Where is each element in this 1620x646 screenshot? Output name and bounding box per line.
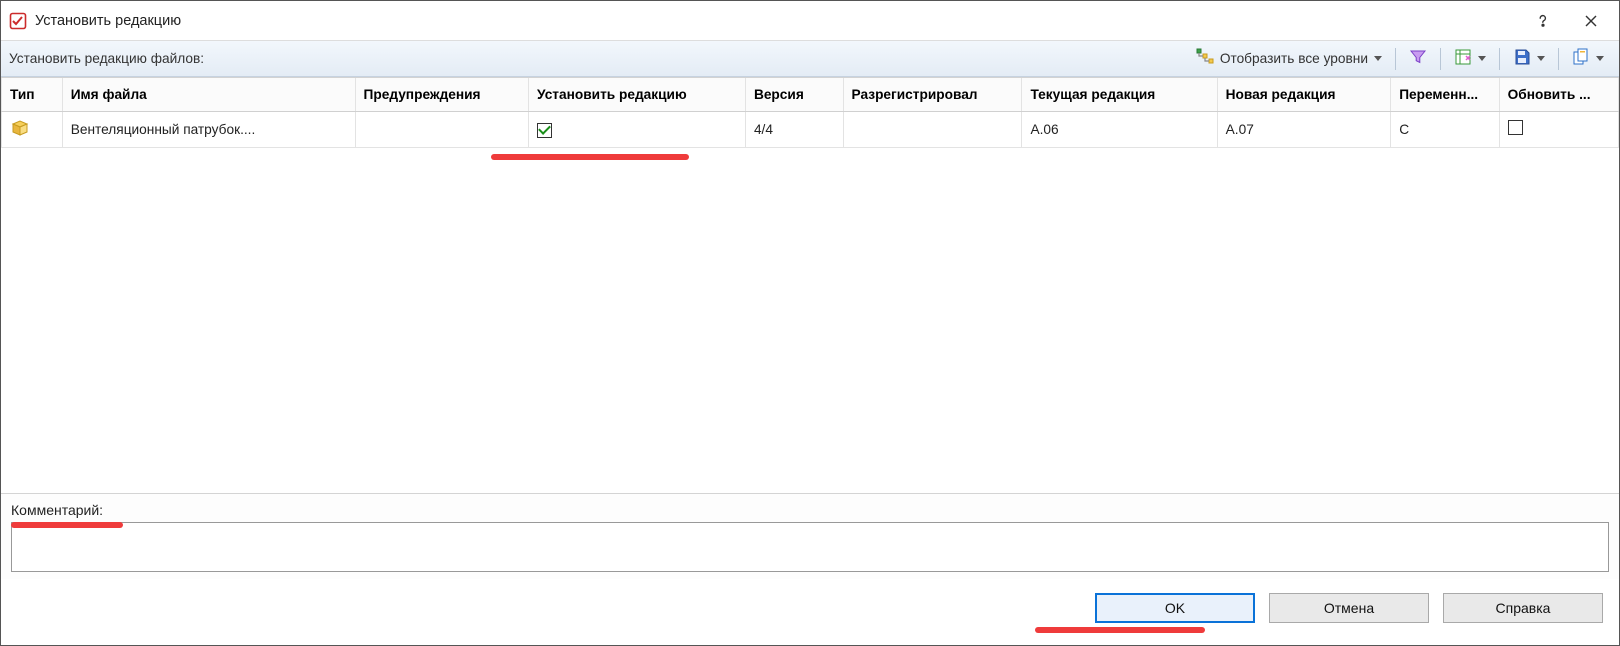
col-name[interactable]: Имя файла [62,78,355,111]
col-update[interactable]: Обновить ... [1499,78,1618,111]
col-type[interactable]: Тип [2,78,63,111]
set-revision-checkbox[interactable] [537,123,552,138]
chevron-down-icon [1596,56,1604,61]
cell-variable: C [1391,111,1499,147]
toolbar: Установить редакцию файлов: Отобразить в… [1,41,1619,77]
chevron-down-icon [1478,56,1486,61]
comment-section: Комментарий: [1,493,1619,579]
help-button-footer[interactable]: Справка [1443,593,1603,623]
show-all-levels-button[interactable]: Отобразить все уровни [1189,45,1389,72]
cell-new-rev: A.07 [1217,111,1391,147]
close-button[interactable] [1567,1,1615,41]
cell-set-rev[interactable] [529,111,746,147]
file-table: Тип Имя файла Предупреждения Установить … [1,78,1619,148]
table-row[interactable]: Вентеляционный патрубок.... 4/4 A.06 A.0… [2,111,1619,147]
file-table-container[interactable]: Тип Имя файла Предупреждения Установить … [1,77,1619,493]
cell-update[interactable] [1499,111,1618,147]
col-version[interactable]: Версия [745,78,843,111]
col-current-rev[interactable]: Текущая редакция [1022,78,1217,111]
title-bar: Установить редакцию [1,1,1619,41]
window-title: Установить редакцию [35,13,181,29]
tree-icon [1196,48,1214,69]
ok-button[interactable]: OK [1095,593,1255,623]
app-icon [9,12,27,30]
highlight-annotation [1035,627,1205,633]
highlight-annotation [491,154,689,160]
show-all-levels-label: Отобразить все уровни [1220,51,1368,66]
update-checkbox[interactable] [1508,120,1523,135]
save-icon [1513,48,1531,69]
col-new-rev[interactable]: Новая редакция [1217,78,1391,111]
cell-name: Вентеляционный патрубок.... [62,111,355,147]
cancel-button[interactable]: Отмена [1269,593,1429,623]
separator [1395,48,1396,70]
filter-button[interactable] [1402,45,1434,72]
toolbar-label: Установить редакцию файлов: [9,51,204,66]
cell-type [2,111,63,147]
chevron-down-icon [1374,56,1382,61]
col-registered[interactable]: Разрегистрировал [843,78,1022,111]
save-button[interactable] [1506,45,1552,72]
filter-icon [1409,48,1427,69]
comment-input[interactable] [11,522,1609,572]
copy-icon [1572,48,1590,69]
col-warnings[interactable]: Предупреждения [355,78,529,111]
separator [1558,48,1559,70]
help-button[interactable] [1519,1,1567,41]
cell-registered [843,111,1022,147]
copy-button[interactable] [1565,45,1611,72]
columns-icon [1454,48,1472,69]
part-icon [10,126,30,141]
separator [1440,48,1441,70]
chevron-down-icon [1537,56,1545,61]
col-variable[interactable]: Переменн... [1391,78,1499,111]
columns-button[interactable] [1447,45,1493,72]
col-set-rev[interactable]: Установить редакцию [529,78,746,111]
highlight-annotation [11,522,123,528]
separator [1499,48,1500,70]
comment-label: Комментарий: [11,502,1609,518]
cell-version: 4/4 [745,111,843,147]
cell-warnings [355,111,529,147]
dialog-footer: OK Отмена Справка [1,579,1619,645]
table-header-row: Тип Имя файла Предупреждения Установить … [2,78,1619,111]
cell-current-rev: A.06 [1022,111,1217,147]
